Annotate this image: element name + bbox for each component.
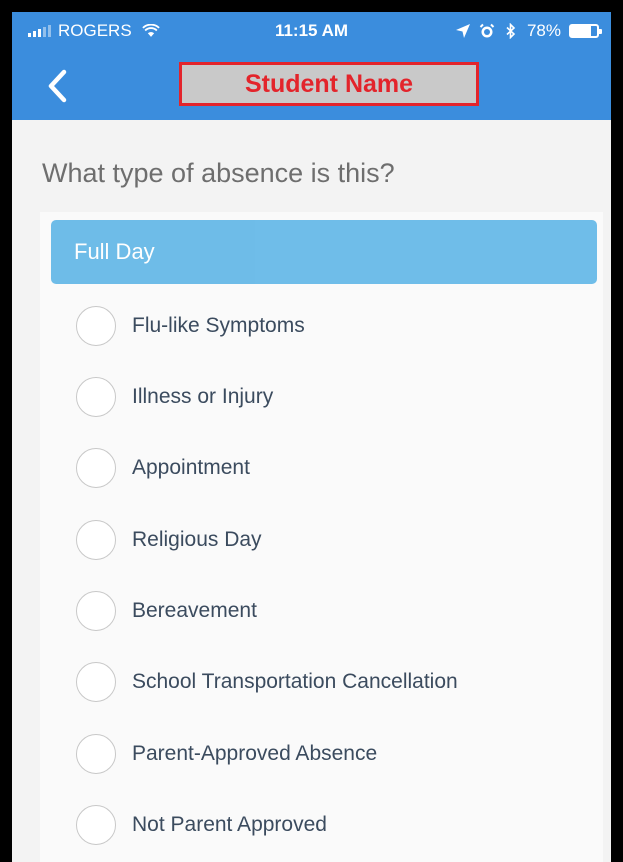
- battery-percent: 78%: [526, 21, 561, 40]
- bluetooth-icon: [506, 23, 516, 39]
- option-bereavement[interactable]: Bereavement: [76, 586, 257, 636]
- option-label: Not Parent Approved: [132, 813, 327, 836]
- section-header-full-day: Full Day: [51, 220, 597, 284]
- absence-form: What type of absence is this? Full Day F…: [12, 120, 611, 862]
- radio-button[interactable]: [76, 734, 116, 774]
- option-not-parent-approved[interactable]: Not Parent Approved: [76, 800, 327, 850]
- phone-screen: ROGERS 11:15 AM 78% Student Name What ty…: [12, 12, 611, 862]
- option-label: Parent-Approved Absence: [132, 742, 378, 765]
- radio-button[interactable]: [76, 377, 116, 417]
- status-bar: ROGERS 11:15 AM 78%: [12, 12, 611, 52]
- option-label: Bereavement: [132, 599, 257, 622]
- page-title: Student Name: [179, 62, 479, 106]
- option-school-transportation-cancellation[interactable]: School Transportation Cancellation: [76, 657, 458, 707]
- option-label: School Transportation Cancellation: [132, 670, 458, 693]
- radio-button[interactable]: [76, 520, 116, 560]
- status-right: 78%: [455, 21, 602, 41]
- option-label: Appointment: [132, 456, 250, 479]
- option-label: Flu-like Symptoms: [132, 314, 305, 337]
- app-bar: ROGERS 11:15 AM 78% Student Name: [12, 12, 611, 120]
- option-flu-like-symptoms[interactable]: Flu-like Symptoms: [76, 301, 305, 351]
- radio-button[interactable]: [76, 306, 116, 346]
- option-parent-approved-absence[interactable]: Parent-Approved Absence: [76, 729, 377, 779]
- radio-button[interactable]: [76, 591, 116, 631]
- battery-icon: [569, 24, 602, 38]
- radio-button[interactable]: [76, 662, 116, 702]
- location-arrow-icon: [455, 24, 470, 38]
- option-label: Religious Day: [132, 528, 262, 551]
- back-button[interactable]: [40, 64, 74, 108]
- alarm-clock-icon: [479, 23, 495, 38]
- option-label: Illness or Injury: [132, 385, 274, 408]
- option-appointment[interactable]: Appointment: [76, 443, 250, 493]
- radio-button[interactable]: [76, 448, 116, 488]
- question-text: What type of absence is this?: [42, 158, 395, 188]
- battery-level-fill: [571, 26, 592, 36]
- option-religious-day[interactable]: Religious Day: [76, 515, 262, 565]
- radio-button[interactable]: [76, 805, 116, 845]
- chevron-left-icon: [48, 69, 67, 103]
- option-illness-or-injury[interactable]: Illness or Injury: [76, 372, 273, 422]
